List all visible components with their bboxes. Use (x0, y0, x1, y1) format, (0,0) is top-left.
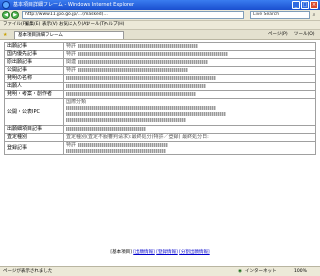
row-label: 登録記事 (4, 141, 64, 155)
link-registration-info[interactable]: [登録情報] (156, 250, 178, 255)
forward-button[interactable]: ▶ (11, 11, 19, 19)
table-row: 公開・公表IPC 国際分類 (4, 98, 316, 126)
menu-view[interactable]: 表示(V) (42, 21, 58, 29)
table-row: 査定種別 査定種別(査定不服審判请求):最終処分(特許／登録) 最終処分日: (4, 133, 316, 142)
url-field[interactable]: http://www11.jpo.go.jp/…(masked)… (22, 11, 244, 19)
row-label: 原出願記事 (4, 58, 64, 67)
menu-favorites[interactable]: お気に入り(A) (59, 21, 88, 29)
row-value (63, 74, 316, 83)
table-row: 公開記事 特許 (4, 66, 316, 75)
row-label: 発明の名称 (4, 74, 64, 83)
table-row: 発明・考案・創作者 (4, 90, 316, 99)
back-button[interactable]: ◀ (2, 11, 10, 19)
row-value: 関連 (63, 58, 316, 67)
row-value: 特許 (63, 66, 316, 75)
row-label: 発明・考案・創作者 (4, 90, 64, 99)
row-label: 公開記事 (4, 66, 64, 75)
page-menu[interactable]: ページ(P) (268, 31, 288, 39)
tab-bar: ★ 基本項目詳細フレーム ページ(P) ツール(O) (0, 30, 320, 40)
table-row: 出願記事 特許 (4, 42, 316, 51)
row-value: 査定種別(査定不服審判请求):最終処分(特許／登録) 最終処分日: (63, 133, 316, 142)
address-bar: ◀ ▶ http://www11.jpo.go.jp/…(masked)… Li… (0, 10, 320, 21)
internet-explorer-icon (2, 1, 10, 9)
zone-label: インターネット (245, 269, 277, 274)
zoom-level[interactable]: 100% (294, 268, 307, 276)
page-content: 出願記事 特許 国内優先記事 特許 原出願記事 関連 公開記事 特許 発明の名称… (0, 40, 320, 266)
menu-file[interactable]: ファイル(F) (3, 21, 27, 29)
frame-nav-links: [基本項目] [出願情報] [登録情報] [分割出願情報] (0, 249, 320, 256)
row-label: 出願細項目記事 (4, 125, 64, 134)
table-row: 発明の名称 (4, 74, 316, 83)
menu-bar: ファイル(F) 編集(E) 表示(V) お気に入り(A) ツール(T) ヘルプ(… (0, 21, 320, 30)
minimize-button[interactable]: _ (292, 1, 300, 9)
row-value (63, 125, 316, 134)
row-label: 査定種別 (4, 133, 64, 142)
table-row: 原出願記事 関連 (4, 58, 316, 67)
tools-menu[interactable]: ツール(O) (294, 31, 315, 39)
table-row: 出願細項目記事 (4, 125, 316, 134)
tab-current[interactable]: 基本項目詳細フレーム (14, 31, 124, 39)
row-label: 出願人 (4, 82, 64, 91)
detail-table: 出願記事 特許 国内優先記事 特許 原出願記事 関連 公開記事 特許 発明の名称… (4, 42, 316, 155)
search-input[interactable]: Live Search (250, 11, 310, 19)
close-button[interactable]: × (310, 1, 318, 9)
window-title: 基本項目詳細フレーム - Windows Internet Explorer (13, 2, 135, 8)
favorites-star-icon[interactable]: ★ (3, 32, 7, 38)
row-label: 国内優先記事 (4, 50, 64, 59)
row-label: 出願記事 (4, 42, 64, 51)
status-bar: ページが表示されました ◉ インターネット 100% (0, 266, 320, 276)
row-value (63, 82, 316, 91)
table-row: 国内優先記事 特許 (4, 50, 316, 59)
search-icon[interactable]: ⌕ (311, 12, 317, 18)
row-value: 特許 (63, 50, 316, 59)
title-bar: 基本項目詳細フレーム - Windows Internet Explorer _… (0, 0, 320, 10)
row-value: 国際分類 (63, 98, 316, 126)
link-divisional-info[interactable]: [分割出願情報] (179, 250, 210, 255)
row-value (63, 90, 316, 99)
current-section-label: [基本項目] (110, 250, 132, 255)
row-value: 特許 (63, 141, 316, 155)
menu-tools[interactable]: ツール(T) (86, 21, 106, 29)
table-row: 登録記事 特許 (4, 141, 316, 155)
globe-icon: ◉ (238, 269, 242, 274)
table-row: 出願人 (4, 82, 316, 91)
menu-edit[interactable]: 編集(E) (25, 21, 40, 29)
link-application-info[interactable]: [出願情報] (133, 250, 155, 255)
menu-help[interactable]: ヘルプ(H) (104, 21, 124, 29)
row-label: 公開・公表IPC (4, 98, 64, 126)
row-value: 特許 (63, 42, 316, 51)
status-text: ページが表示されました (3, 269, 53, 274)
maximize-button[interactable]: □ (301, 1, 309, 9)
